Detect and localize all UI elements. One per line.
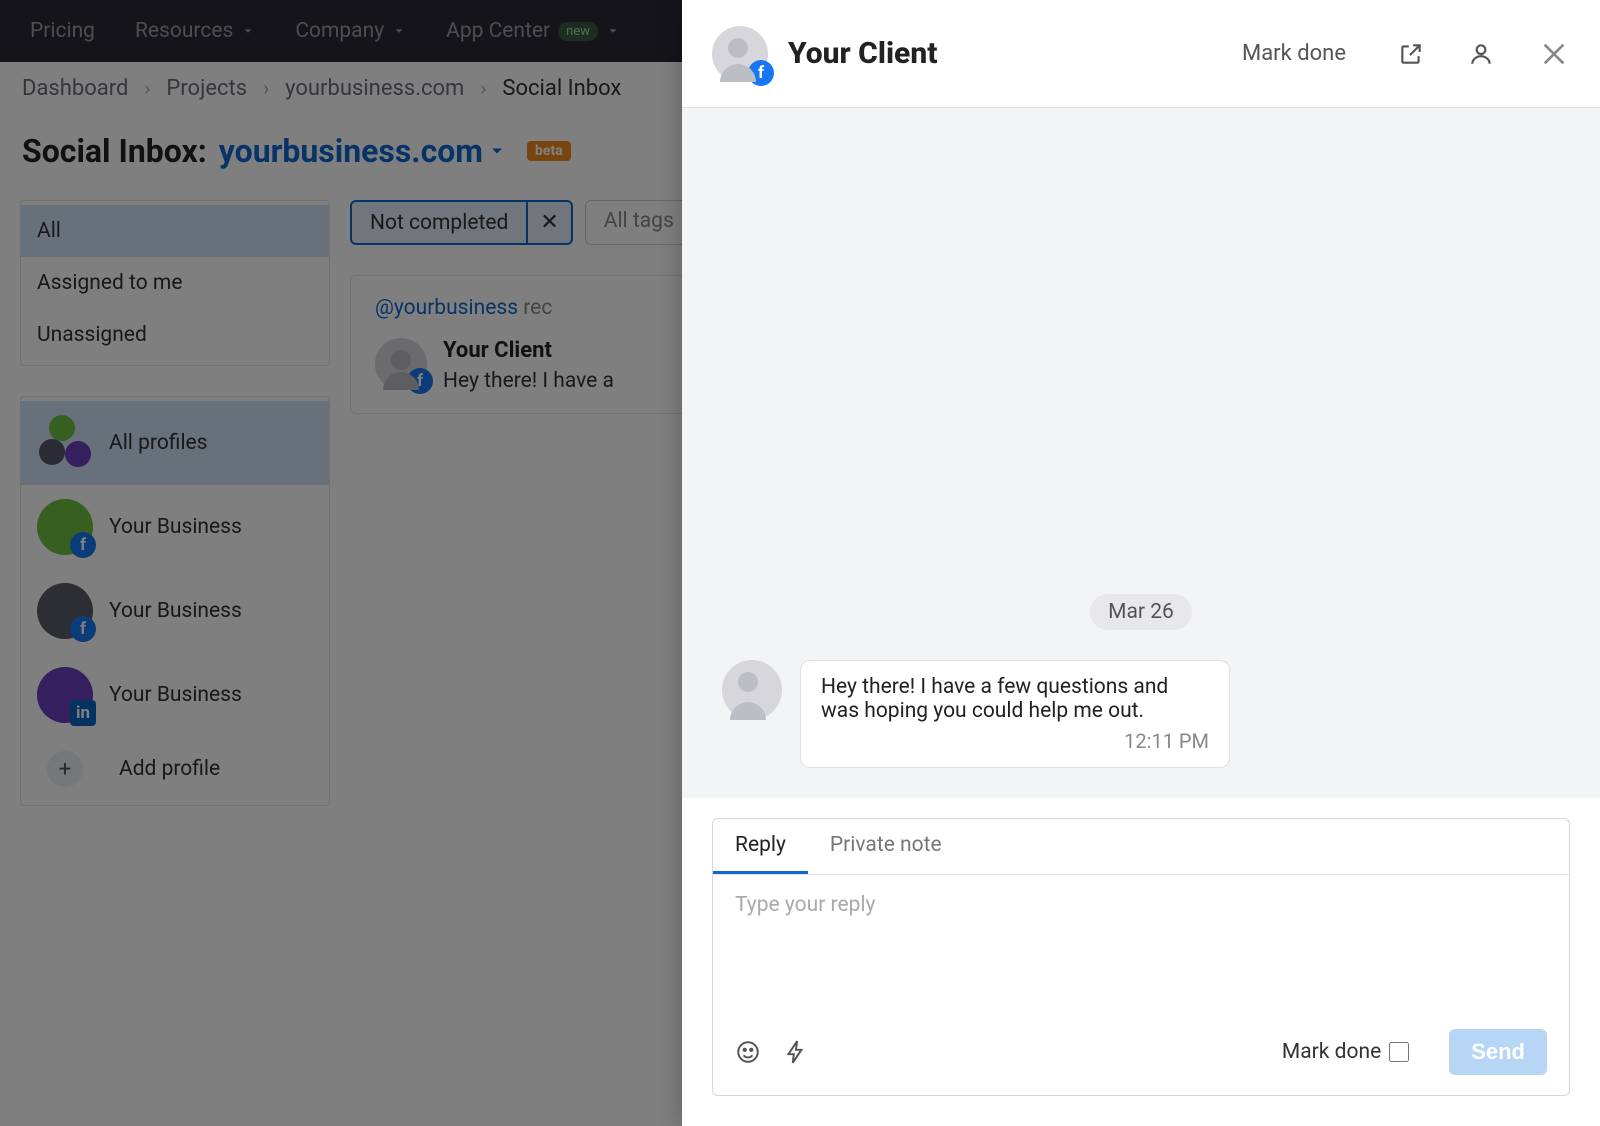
reply-input[interactable]	[713, 875, 1569, 1015]
quick-reply-icon[interactable]	[783, 1039, 809, 1065]
send-button[interactable]: Send	[1449, 1029, 1547, 1075]
conversation-drawer: f Your Client Mark done Mar 26 Hey there…	[682, 0, 1600, 1126]
avatar	[722, 660, 782, 720]
mark-done-checkbox-input[interactable]	[1389, 1042, 1409, 1062]
avatar: f	[712, 26, 768, 82]
message-bubble: Hey there! I have a few questions and wa…	[800, 660, 1230, 768]
mark-done-checkbox[interactable]: Mark done	[1282, 1040, 1409, 1064]
drawer-header: f Your Client Mark done	[682, 0, 1600, 108]
reply-tabs: Reply Private note	[713, 819, 1569, 875]
message-time: 12:11 PM	[821, 729, 1209, 753]
facebook-icon: f	[748, 60, 774, 86]
tab-private-note[interactable]: Private note	[808, 819, 964, 874]
mark-done-link[interactable]: Mark done	[1242, 41, 1346, 66]
message-text: Hey there! I have a few questions and wa…	[821, 675, 1209, 723]
close-icon[interactable]	[1538, 38, 1570, 70]
reply-footer: Reply Private note Mark done Send	[682, 798, 1600, 1126]
tab-reply[interactable]: Reply	[713, 819, 808, 874]
date-chip: Mar 26	[1090, 594, 1192, 630]
external-link-icon[interactable]	[1398, 41, 1424, 67]
drawer-title: Your Client	[788, 36, 1222, 71]
reply-box: Reply Private note Mark done Send	[712, 818, 1570, 1096]
conversation-body: Mar 26 Hey there! I have a few questions…	[682, 108, 1600, 798]
emoji-icon[interactable]	[735, 1039, 761, 1065]
user-icon[interactable]	[1468, 41, 1494, 67]
